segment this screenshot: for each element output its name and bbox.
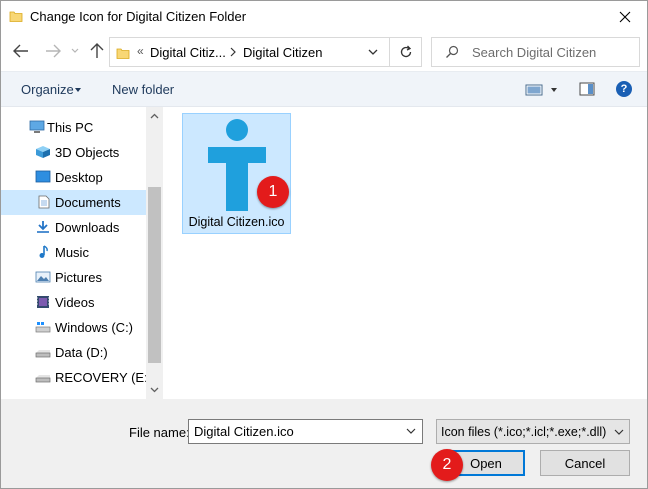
window-title: Change Icon for Digital Citizen Folder: [30, 9, 247, 24]
downloads-icon: [37, 221, 49, 233]
file-list: Digital Citizen.ico 1: [164, 107, 647, 399]
desktop-icon: [35, 170, 51, 183]
step-badge: 2: [431, 449, 463, 481]
scroll-down-button[interactable]: [146, 381, 163, 399]
command-bar: Organize New folder ?: [1, 71, 647, 107]
sidebar-item-3d-objects[interactable]: 3D Objects: [1, 140, 146, 165]
sidebar-item-label: Videos: [55, 295, 95, 310]
recent-locations-button[interactable]: [65, 41, 85, 61]
sidebar-item-recovery-e[interactable]: RECOVERY (E:): [1, 365, 152, 390]
chevron-up-icon: [150, 113, 159, 119]
file-item[interactable]: Digital Citizen.ico: [182, 113, 291, 234]
file-name: Digital Citizen.ico: [188, 215, 285, 229]
address-overflow[interactable]: «: [137, 44, 144, 58]
file-name-label: File name:: [129, 425, 190, 440]
sidebar-item-this-pc[interactable]: This PC: [1, 115, 146, 140]
arrow-right-icon: [46, 44, 61, 58]
file-name-combobox[interactable]: Digital Citizen.ico: [188, 419, 423, 444]
breadcrumb-item[interactable]: Digital Citiz...: [150, 45, 226, 60]
videos-icon: [37, 296, 49, 308]
up-button[interactable]: [87, 41, 107, 61]
file-name-field[interactable]: Digital Citizen.ico: [194, 424, 294, 439]
title-bar: Change Icon for Digital Citizen Folder: [1, 1, 647, 33]
drive-icon: [35, 375, 51, 383]
chevron-right-icon[interactable]: [229, 45, 237, 59]
chevron-down-icon: [150, 387, 159, 393]
sidebar-item-label: This PC: [47, 120, 94, 135]
sidebar-item-label: Music: [55, 245, 89, 260]
step-badge: 1: [257, 176, 289, 208]
pictures-icon: [35, 271, 51, 283]
sidebar-item-label: RECOVERY (E:): [55, 370, 153, 385]
navigation-row: « Digital Citiz... Digital Citizen Searc…: [1, 33, 647, 71]
drive-c-icon: [35, 322, 51, 333]
sidebar-item-label: Desktop: [55, 170, 103, 185]
chevron-down-icon: [71, 48, 79, 53]
cancel-button[interactable]: Cancel: [540, 450, 630, 476]
pc-icon: [29, 120, 45, 133]
music-icon: [39, 245, 48, 258]
sidebar-item-downloads[interactable]: Downloads: [1, 215, 146, 240]
forward-button[interactable]: [43, 41, 63, 61]
preview-pane-icon[interactable]: [579, 82, 595, 96]
scroll-up-button[interactable]: [146, 107, 163, 125]
sidebar-item-desktop[interactable]: Desktop: [1, 165, 146, 190]
chevron-down-icon[interactable]: [405, 425, 417, 437]
sidebar-item-label: Pictures: [55, 270, 102, 285]
sidebar-item-videos[interactable]: Videos: [1, 290, 146, 315]
help-icon[interactable]: ?: [616, 81, 632, 97]
sidebar-item-label: Data (D:): [55, 345, 108, 360]
refresh-button[interactable]: [390, 37, 422, 67]
sidebar-item-data-d[interactable]: Data (D:): [1, 340, 146, 365]
arrow-left-icon: [13, 44, 28, 58]
search-box[interactable]: Search Digital Citizen: [431, 37, 640, 67]
file-type-select[interactable]: Icon files (*.ico;*.icl;*.exe;*.dll): [436, 419, 630, 444]
organize-button[interactable]: Organize: [21, 82, 74, 97]
address-bar[interactable]: « Digital Citiz... Digital Citizen: [109, 37, 390, 67]
drive-icon: [35, 350, 51, 358]
change-icon-dialog: Change Icon for Digital Citizen Folder «…: [0, 0, 648, 489]
new-folder-button[interactable]: New folder: [112, 82, 174, 97]
search-input[interactable]: Search Digital Citizen: [472, 45, 596, 60]
documents-icon: [38, 195, 50, 209]
folder-icon: [116, 48, 130, 59]
sidebar-item-music[interactable]: Music: [1, 240, 146, 265]
folder-icon: [9, 11, 23, 22]
caret-down-icon[interactable]: [551, 88, 557, 92]
sidebar-item-documents[interactable]: Documents: [1, 190, 146, 215]
close-button[interactable]: [603, 1, 647, 33]
back-button[interactable]: [11, 41, 31, 61]
arrow-up-icon: [90, 43, 104, 58]
3d-objects-icon: [36, 146, 50, 158]
change-view-icon[interactable]: [525, 83, 543, 97]
chevron-down-icon: [614, 429, 624, 435]
sidebar-item-label: Windows (C:): [55, 320, 134, 335]
close-icon: [619, 11, 631, 23]
chevron-down-icon[interactable]: [367, 46, 379, 58]
search-icon: [446, 45, 459, 58]
breadcrumb-item[interactable]: Digital Citizen: [243, 45, 322, 60]
refresh-icon: [400, 45, 411, 58]
sidebar-item-pictures[interactable]: Pictures: [1, 265, 146, 290]
dialog-footer: File name: Digital Citizen.ico Icon file…: [1, 399, 647, 488]
caret-down-icon: [75, 88, 81, 92]
scrollbar-thumb[interactable]: [148, 187, 161, 363]
sidebar-item-windows-c[interactable]: Windows (C:): [1, 315, 146, 340]
sidebar-item-label: Downloads: [55, 220, 120, 235]
navigation-pane-scrollbar[interactable]: [146, 107, 163, 399]
file-type-value: Icon files (*.ico;*.icl;*.exe;*.dll): [441, 425, 607, 439]
navigation-pane: This PC 3D Objects Desktop Documents Dow…: [1, 107, 164, 399]
sidebar-item-label: 3D Objects: [55, 145, 120, 160]
sidebar-item-label: Documents: [55, 195, 121, 210]
